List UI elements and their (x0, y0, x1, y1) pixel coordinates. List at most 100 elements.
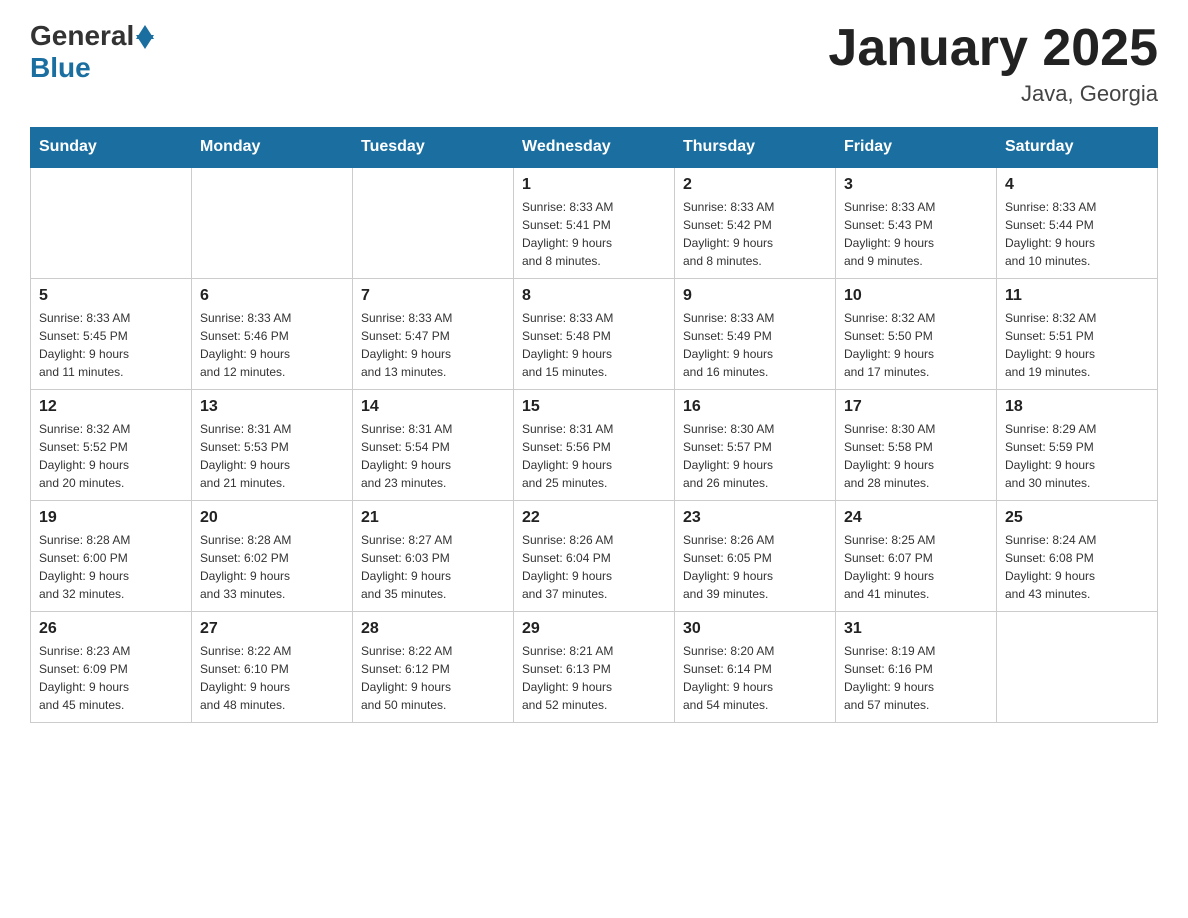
calendar-cell: 16 Sunrise: 8:30 AMSunset: 5:57 PMDayligh… (675, 390, 836, 501)
calendar-cell: 28 Sunrise: 8:22 AMSunset: 6:12 PMDayligh… (353, 612, 514, 723)
calendar-cell: 24 Sunrise: 8:25 AMSunset: 6:07 PMDayligh… (836, 501, 997, 612)
day-info: Sunrise: 8:31 AMSunset: 5:56 PMDaylight:… (522, 420, 666, 492)
day-number: 27 (200, 620, 344, 638)
day-info: Sunrise: 8:29 AMSunset: 5:59 PMDaylight:… (1005, 420, 1149, 492)
day-number: 10 (844, 287, 988, 305)
calendar-week-row: 12Sunrise: 8:32 AMSunset: 5:52 PMDayligh… (31, 390, 1158, 501)
calendar-cell: 2 Sunrise: 8:33 AMSunset: 5:42 PMDaylight… (675, 167, 836, 279)
day-number: 17 (844, 398, 988, 416)
calendar-cell: 15 Sunrise: 8:31 AMSunset: 5:56 PMDayligh… (514, 390, 675, 501)
day-info: Sunrise: 8:33 AMSunset: 5:41 PMDaylight:… (522, 198, 666, 270)
header-wednesday: Wednesday (514, 128, 675, 168)
day-number: 11 (1005, 287, 1149, 305)
logo-triangle-down-icon (136, 35, 154, 49)
day-info: Sunrise: 8:31 AMSunset: 5:54 PMDaylight:… (361, 420, 505, 492)
day-number: 1 (522, 176, 666, 194)
day-number: 14 (361, 398, 505, 416)
day-info: Sunrise: 8:27 AMSunset: 6:03 PMDaylight:… (361, 531, 505, 603)
day-number: 9 (683, 287, 827, 305)
day-number: 25 (1005, 509, 1149, 527)
calendar-cell: 19 Sunrise: 8:28 AMSunset: 6:00 PMDayligh… (31, 501, 192, 612)
logo-blue-text: Blue (30, 52, 91, 84)
calendar-cell: 23 Sunrise: 8:26 AMSunset: 6:05 PMDayligh… (675, 501, 836, 612)
calendar-cell: 25 Sunrise: 8:24 AMSunset: 6:08 PMDayligh… (997, 501, 1158, 612)
day-info: Sunrise: 8:31 AMSunset: 5:53 PMDaylight:… (200, 420, 344, 492)
calendar-cell: 1 Sunrise: 8:33 AMSunset: 5:41 PMDaylight… (514, 167, 675, 279)
day-info: Sunrise: 8:30 AMSunset: 5:58 PMDaylight:… (844, 420, 988, 492)
day-info: Sunrise: 8:24 AMSunset: 6:08 PMDaylight:… (1005, 531, 1149, 603)
day-number: 19 (39, 509, 183, 527)
day-number: 23 (683, 509, 827, 527)
day-info: Sunrise: 8:33 AMSunset: 5:43 PMDaylight:… (844, 198, 988, 270)
page-header: General Blue January 2025 Java, Georgia (30, 20, 1158, 107)
day-number: 26 (39, 620, 183, 638)
day-info: Sunrise: 8:19 AMSunset: 6:16 PMDaylight:… (844, 642, 988, 714)
day-number: 4 (1005, 176, 1149, 194)
day-number: 15 (522, 398, 666, 416)
day-number: 18 (1005, 398, 1149, 416)
day-number: 3 (844, 176, 988, 194)
calendar-cell: 18 Sunrise: 8:29 AMSunset: 5:59 PMDayligh… (997, 390, 1158, 501)
day-info: Sunrise: 8:22 AMSunset: 6:10 PMDaylight:… (200, 642, 344, 714)
day-info: Sunrise: 8:33 AMSunset: 5:47 PMDaylight:… (361, 309, 505, 381)
calendar-cell: 27 Sunrise: 8:22 AMSunset: 6:10 PMDayligh… (192, 612, 353, 723)
logo-general-text: General (30, 20, 134, 52)
day-info: Sunrise: 8:20 AMSunset: 6:14 PMDaylight:… (683, 642, 827, 714)
day-number: 16 (683, 398, 827, 416)
calendar-cell: 4Sunrise: 8:33 AMSunset: 5:44 PMDaylight… (997, 167, 1158, 279)
calendar-cell (31, 167, 192, 279)
calendar-week-row: 5Sunrise: 8:33 AMSunset: 5:45 PMDaylight… (31, 279, 1158, 390)
calendar-cell: 6 Sunrise: 8:33 AMSunset: 5:46 PMDaylight… (192, 279, 353, 390)
day-info: Sunrise: 8:26 AMSunset: 6:05 PMDaylight:… (683, 531, 827, 603)
calendar-title: January 2025 (828, 20, 1158, 77)
day-info: Sunrise: 8:25 AMSunset: 6:07 PMDaylight:… (844, 531, 988, 603)
calendar-cell: 12Sunrise: 8:32 AMSunset: 5:52 PMDayligh… (31, 390, 192, 501)
calendar-cell: 21 Sunrise: 8:27 AMSunset: 6:03 PMDayligh… (353, 501, 514, 612)
day-number: 22 (522, 509, 666, 527)
calendar-cell (192, 167, 353, 279)
day-info: Sunrise: 8:28 AMSunset: 6:02 PMDaylight:… (200, 531, 344, 603)
header-sunday: Sunday (31, 128, 192, 168)
calendar-cell: 30 Sunrise: 8:20 AMSunset: 6:14 PMDayligh… (675, 612, 836, 723)
calendar-cell: 29Sunrise: 8:21 AMSunset: 6:13 PMDayligh… (514, 612, 675, 723)
day-number: 8 (522, 287, 666, 305)
day-info: Sunrise: 8:21 AMSunset: 6:13 PMDaylight:… (522, 642, 666, 714)
day-number: 24 (844, 509, 988, 527)
day-number: 6 (200, 287, 344, 305)
day-number: 13 (200, 398, 344, 416)
day-info: Sunrise: 8:33 AMSunset: 5:45 PMDaylight:… (39, 309, 183, 381)
header-saturday: Saturday (997, 128, 1158, 168)
calendar-header-row: SundayMondayTuesdayWednesdayThursdayFrid… (31, 128, 1158, 168)
calendar-cell: 17 Sunrise: 8:30 AMSunset: 5:58 PMDayligh… (836, 390, 997, 501)
day-number: 20 (200, 509, 344, 527)
logo: General Blue (30, 20, 154, 84)
day-info: Sunrise: 8:28 AMSunset: 6:00 PMDaylight:… (39, 531, 183, 603)
day-info: Sunrise: 8:23 AMSunset: 6:09 PMDaylight:… (39, 642, 183, 714)
day-number: 30 (683, 620, 827, 638)
calendar-cell: 9 Sunrise: 8:33 AMSunset: 5:49 PMDaylight… (675, 279, 836, 390)
calendar-cell (997, 612, 1158, 723)
day-info: Sunrise: 8:33 AMSunset: 5:42 PMDaylight:… (683, 198, 827, 270)
calendar-cell: 20 Sunrise: 8:28 AMSunset: 6:02 PMDayligh… (192, 501, 353, 612)
day-info: Sunrise: 8:32 AMSunset: 5:50 PMDaylight:… (844, 309, 988, 381)
header-friday: Friday (836, 128, 997, 168)
day-number: 28 (361, 620, 505, 638)
calendar-table: SundayMondayTuesdayWednesdayThursdayFrid… (30, 127, 1158, 723)
title-section: January 2025 Java, Georgia (828, 20, 1158, 107)
calendar-cell: 22Sunrise: 8:26 AMSunset: 6:04 PMDayligh… (514, 501, 675, 612)
day-number: 21 (361, 509, 505, 527)
day-number: 2 (683, 176, 827, 194)
day-info: Sunrise: 8:30 AMSunset: 5:57 PMDaylight:… (683, 420, 827, 492)
calendar-cell: 13 Sunrise: 8:31 AMSunset: 5:53 PMDayligh… (192, 390, 353, 501)
calendar-cell (353, 167, 514, 279)
day-info: Sunrise: 8:33 AMSunset: 5:49 PMDaylight:… (683, 309, 827, 381)
day-info: Sunrise: 8:32 AMSunset: 5:51 PMDaylight:… (1005, 309, 1149, 381)
calendar-cell: 10 Sunrise: 8:32 AMSunset: 5:50 PMDayligh… (836, 279, 997, 390)
day-number: 31 (844, 620, 988, 638)
header-monday: Monday (192, 128, 353, 168)
day-number: 12 (39, 398, 183, 416)
day-info: Sunrise: 8:33 AMSunset: 5:46 PMDaylight:… (200, 309, 344, 381)
day-info: Sunrise: 8:33 AMSunset: 5:48 PMDaylight:… (522, 309, 666, 381)
calendar-cell: 3 Sunrise: 8:33 AMSunset: 5:43 PMDaylight… (836, 167, 997, 279)
day-info: Sunrise: 8:22 AMSunset: 6:12 PMDaylight:… (361, 642, 505, 714)
